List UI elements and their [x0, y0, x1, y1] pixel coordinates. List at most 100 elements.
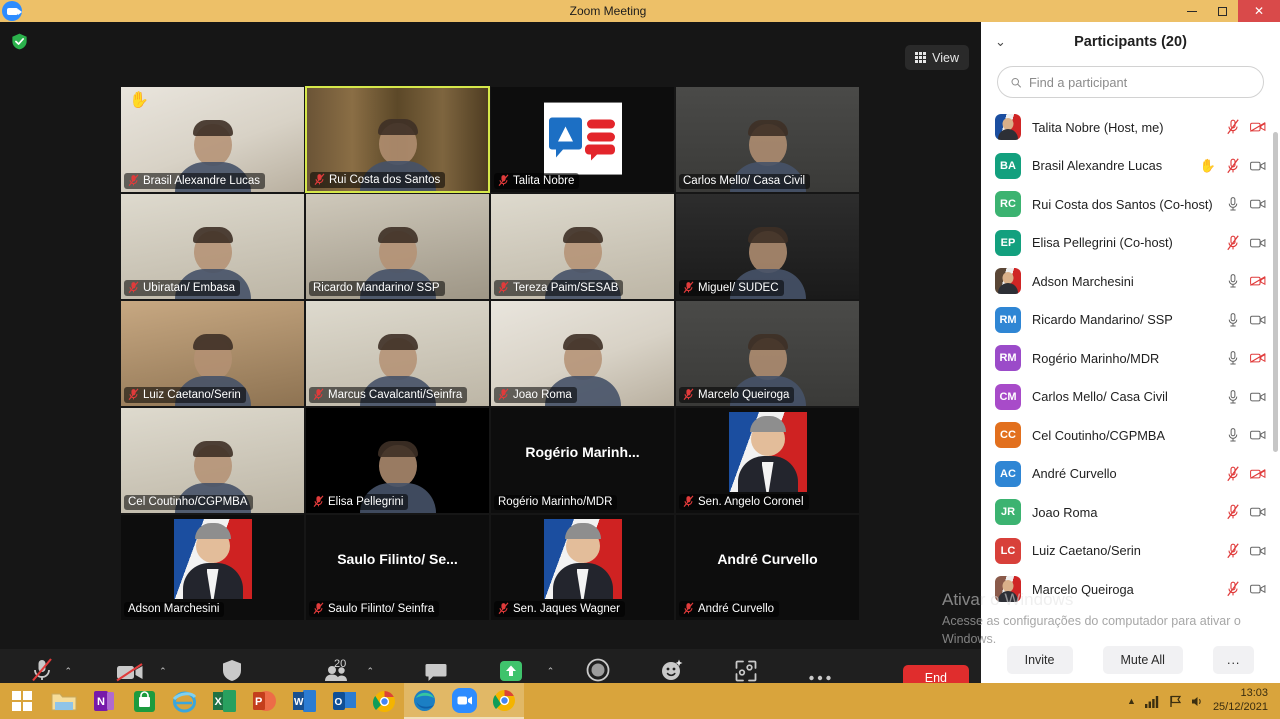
close-button[interactable]: ✕: [1238, 0, 1280, 22]
chevron-up-icon[interactable]: ⌃: [159, 666, 167, 677]
chevron-down-icon[interactable]: ⌄: [995, 34, 1006, 50]
video-tile[interactable]: Miguel/ SUDEC: [675, 193, 860, 300]
participant-row[interactable]: BA Brasil Alexandre Lucas ✋: [981, 147, 1280, 186]
participant-row[interactable]: Adson Marchesini: [981, 262, 1280, 301]
mute-all-button[interactable]: Mute All: [1102, 646, 1183, 674]
chevron-up-icon[interactable]: ⌃: [547, 666, 555, 677]
participant-row[interactable]: CM Carlos Mello/ Casa Civil: [981, 378, 1280, 417]
video-tile[interactable]: Adson Marchesini: [120, 514, 305, 621]
video-tile[interactable]: Marcelo Queiroga: [675, 300, 860, 407]
participant-mic-toggle[interactable]: [1225, 543, 1241, 559]
participant-mic-toggle[interactable]: [1225, 196, 1241, 212]
participant-camera-toggle[interactable]: [1250, 273, 1266, 289]
camera-icon: [1250, 546, 1266, 556]
participant-mic-toggle[interactable]: [1225, 350, 1241, 366]
taskbar-chrome-window-icon[interactable]: [484, 683, 524, 719]
video-tile[interactable]: Carlos Mello/ Casa Civil: [675, 86, 860, 193]
video-tile[interactable]: Tereza Paim/SESAB: [490, 193, 675, 300]
participant-row[interactable]: EP Elisa Pellegrini (Co-host): [981, 224, 1280, 263]
participant-mic-toggle[interactable]: [1225, 312, 1241, 328]
participant-camera-toggle[interactable]: [1250, 235, 1266, 251]
participant-camera-toggle[interactable]: [1250, 581, 1266, 597]
participant-mic-toggle[interactable]: [1225, 389, 1241, 405]
participant-mic-toggle[interactable]: [1225, 273, 1241, 289]
video-tile[interactable]: Joao Roma: [490, 300, 675, 407]
participant-camera-toggle[interactable]: [1250, 389, 1266, 405]
panel-more-button[interactable]: ...: [1212, 646, 1255, 674]
participant-mic-toggle[interactable]: [1225, 427, 1241, 443]
participant-mic-toggle[interactable]: [1225, 235, 1241, 251]
signal-bars-icon[interactable]: [1144, 695, 1160, 708]
taskbar-file-explorer-icon[interactable]: [44, 683, 84, 719]
taskbar-outlook-icon[interactable]: O: [324, 683, 364, 719]
participant-camera-toggle[interactable]: [1250, 466, 1266, 482]
video-tile[interactable]: Sen. Jaques Wagner: [490, 514, 675, 621]
taskbar-excel-icon[interactable]: X: [204, 683, 244, 719]
video-tile[interactable]: Ubiratan/ Embasa: [120, 193, 305, 300]
participant-mic-toggle[interactable]: [1225, 504, 1241, 520]
taskbar-microsoft-store-icon[interactable]: [124, 683, 164, 719]
participant-name: Talita Nobre: [513, 174, 575, 187]
video-tile[interactable]: Cel Coutinho/CGPMBA: [120, 407, 305, 514]
shield-check-icon[interactable]: [10, 32, 29, 51]
minimize-button[interactable]: [1176, 0, 1207, 22]
video-tile[interactable]: Saulo Filinto/ Se... Saulo Filinto/ Seinf…: [305, 514, 490, 621]
participant-mic-toggle[interactable]: [1225, 158, 1241, 174]
maximize-button[interactable]: [1207, 0, 1238, 22]
taskbar-zoom-icon[interactable]: [444, 683, 484, 719]
search-input[interactable]: [1028, 74, 1251, 90]
participant-row[interactable]: LC Luiz Caetano/Serin: [981, 532, 1280, 571]
view-button[interactable]: View: [905, 45, 969, 70]
participant-search-box[interactable]: [997, 66, 1264, 98]
participant-mic-toggle[interactable]: [1225, 581, 1241, 597]
taskbar-powerpoint-icon[interactable]: P: [244, 683, 284, 719]
smiley-reactions-icon: [660, 658, 684, 682]
video-tile[interactable]: Rui Costa dos Santos: [305, 86, 490, 193]
taskbar-edge-icon[interactable]: [404, 683, 444, 719]
video-tile[interactable]: Sen. Angelo Coronel: [675, 407, 860, 514]
chevron-up-icon[interactable]: ▲: [1127, 696, 1136, 706]
participant-camera-toggle[interactable]: [1250, 158, 1266, 174]
participant-camera-toggle[interactable]: [1250, 312, 1266, 328]
participant-list-scrollbar[interactable]: [1273, 132, 1278, 452]
participant-status-icons: [1225, 504, 1266, 520]
taskbar-word-icon[interactable]: W: [284, 683, 324, 719]
participant-row[interactable]: AC André Curvello: [981, 455, 1280, 494]
participant-row[interactable]: RC Rui Costa dos Santos (Co-host): [981, 185, 1280, 224]
taskbar-clock[interactable]: 13:03 25/12/2021: [1213, 687, 1274, 715]
participant-row[interactable]: JR Joao Roma: [981, 493, 1280, 532]
participant-row[interactable]: RM Ricardo Mandarino/ SSP: [981, 301, 1280, 340]
video-tile[interactable]: Elisa Pellegrini: [305, 407, 490, 514]
participant-row[interactable]: CC Cel Coutinho/CGPMBA: [981, 416, 1280, 455]
participant-profile-photo: [728, 412, 807, 492]
participant-camera-toggle[interactable]: [1250, 119, 1266, 135]
video-tile[interactable]: Marcus Cavalcanti/Seinfra: [305, 300, 490, 407]
participant-row[interactable]: Talita Nobre (Host, me): [981, 108, 1280, 147]
participant-camera-toggle[interactable]: [1250, 350, 1266, 366]
participant-mic-toggle[interactable]: [1225, 466, 1241, 482]
invite-button[interactable]: Invite: [1006, 646, 1073, 674]
video-tile[interactable]: Ricardo Mandarino/ SSP: [305, 193, 490, 300]
participant-camera-toggle[interactable]: [1250, 196, 1266, 212]
participant-name: Rogério Marinho/MDR: [498, 496, 613, 508]
participant-camera-toggle[interactable]: [1250, 543, 1266, 559]
windows-start-icon[interactable]: [0, 683, 44, 719]
notification-flag-icon[interactable]: [1169, 695, 1182, 708]
video-tile[interactable]: ✋ Brasil Alexandre Lucas: [120, 86, 305, 193]
speaker-icon[interactable]: [1191, 695, 1204, 708]
video-tile[interactable]: André Curvello André Curvello: [675, 514, 860, 621]
participant-row[interactable]: Marcelo Queiroga: [981, 570, 1280, 609]
video-tile[interactable]: Talita Nobre: [490, 86, 675, 193]
chevron-up-icon[interactable]: ⌃: [64, 666, 72, 677]
participant-camera-toggle[interactable]: [1250, 504, 1266, 520]
participant-row[interactable]: RM Rogério Marinho/MDR: [981, 339, 1280, 378]
participant-mic-toggle[interactable]: [1225, 119, 1241, 135]
video-tile[interactable]: Rogério Marinh... Rogério Marinho/MDR: [490, 407, 675, 514]
participant-camera-toggle[interactable]: [1250, 427, 1266, 443]
taskbar-internet-explorer-icon[interactable]: [164, 683, 204, 719]
chevron-up-icon[interactable]: ⌃: [367, 666, 375, 677]
taskbar-chrome-icon[interactable]: [364, 683, 404, 719]
video-tile[interactable]: Luiz Caetano/Serin: [120, 300, 305, 407]
mic-icon: [1228, 389, 1238, 404]
taskbar-onenote-icon[interactable]: N: [84, 683, 124, 719]
